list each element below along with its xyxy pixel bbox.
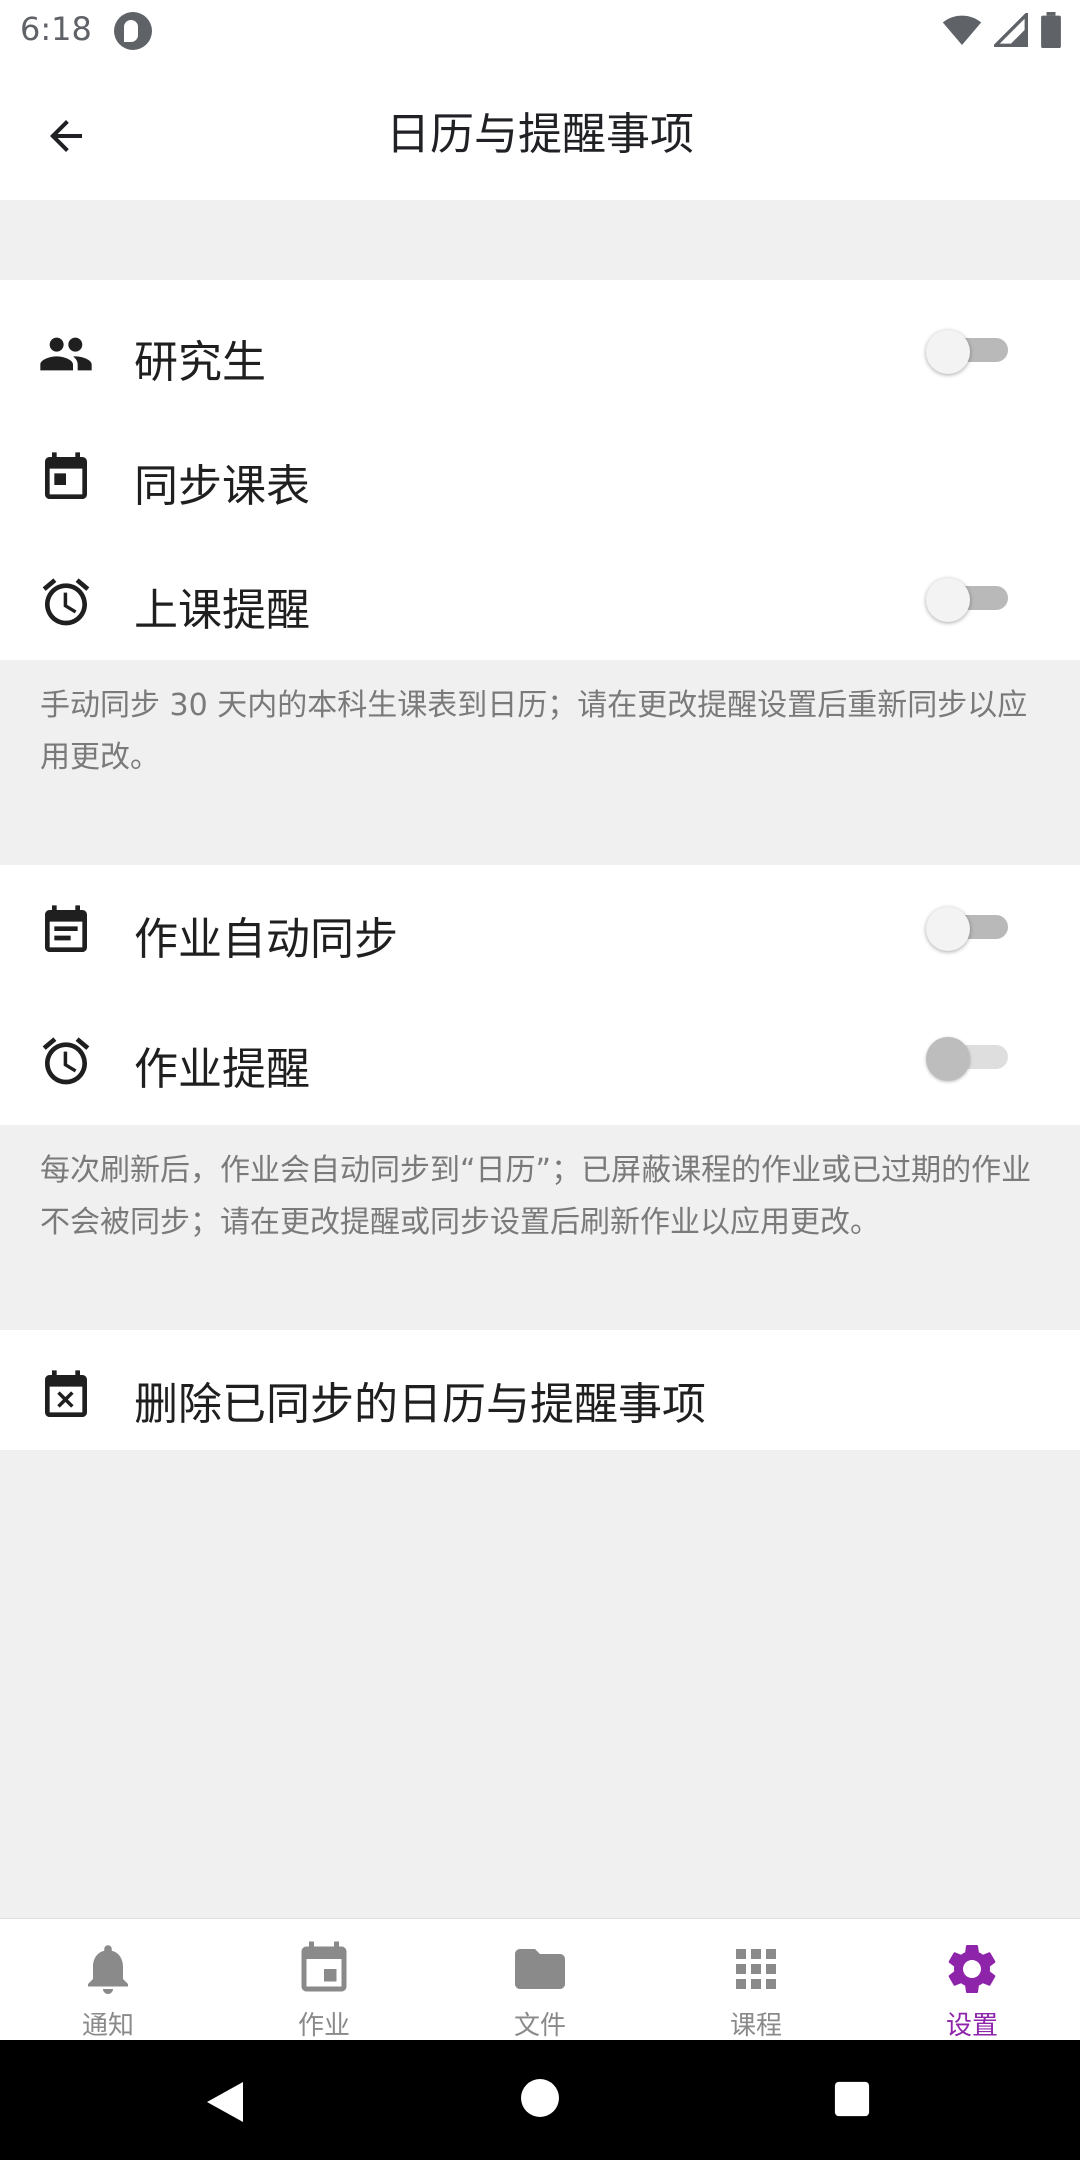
graduate-row[interactable]: 研究生 [0,288,1080,412]
nav-label-notifications: 通知 [81,2011,134,2041]
page-title: 日历与提醒事项 [386,109,694,160]
delete-synced-row[interactable]: 删除已同步的日历与提醒事项 [0,1330,1080,1450]
status-bar: 6:18 [0,0,1080,60]
nav-label-settings: 设置 [945,2011,998,2041]
class-reminder-switch[interactable] [926,578,1014,622]
switch-thumb [926,1037,970,1081]
event-note-icon [45,905,87,952]
class-sync-card: 研究生 同步课表 上课提醒 [0,280,1080,660]
delete-card: 删除已同步的日历与提醒事项 [0,1330,1080,1450]
screen: 6:18 日历与提醒事项 研究生 同步课表 上课提醒 手动同步 30 天内的本科… [0,0,1080,2160]
app-bar: 日历与提醒事项 [0,60,1080,200]
homework-reminder-switch[interactable] [926,1037,1014,1081]
status-time: 6:18 [20,10,92,48]
bottom-navigation: 通知 作业 文件 课程 设置 [0,1918,1080,2041]
nav-label-courses: 课程 [729,2011,782,2041]
class-sync-note: 手动同步 30 天内的本科生课表到日历；请在更改提醒设置后重新同步以应用更改。 [40,688,1028,775]
status-icons [942,12,1062,48]
calendar-icon [301,1941,347,1992]
graduate-switch[interactable] [926,330,1014,374]
calendar-today-icon [45,452,87,499]
system-back-icon[interactable] [205,2080,245,2124]
class-reminder-row[interactable]: 上课提醒 [0,536,1080,660]
nav-item-courses[interactable]: 课程 [648,1919,864,2041]
nav-item-notifications[interactable]: 通知 [0,1919,216,2041]
class-reminder-label: 上课提醒 [134,585,310,636]
graduate-label: 研究生 [134,337,266,388]
homework-reminder-label: 作业提醒 [134,1044,310,1095]
delete-synced-label: 删除已同步的日历与提醒事项 [134,1379,706,1430]
event-busy-icon [45,1370,87,1417]
cell-signal-icon [994,13,1028,47]
sync-schedule-label: 同步课表 [134,461,310,512]
homework-reminder-row[interactable]: 作业提醒 [0,995,1080,1119]
alarm-icon [42,578,90,626]
grid-icon [736,1949,776,1989]
switch-thumb [926,907,970,951]
switch-thumb [926,578,970,622]
nav-item-settings[interactable]: 设置 [864,1919,1080,2041]
battery-icon [1041,12,1061,48]
homework-sync-note: 每次刷新后，作业会自动同步到“日历”；已屏蔽课程的作业或已过期的作业不会被同步；… [40,1153,1032,1240]
nav-item-homework[interactable]: 作业 [216,1919,432,2041]
system-home-icon[interactable] [520,2078,560,2118]
sync-schedule-row[interactable]: 同步课表 [0,412,1080,536]
bell-icon [88,1945,128,1994]
homework-sync-card: 作业自动同步 作业提醒 [0,865,1080,1125]
switch-thumb [926,330,970,374]
alarm-icon [42,1037,90,1085]
gear-icon [948,1945,996,1993]
system-navigation-bar [0,2040,1080,2160]
homework-auto-sync-row[interactable]: 作业自动同步 [0,865,1080,989]
wifi-icon [942,15,982,45]
homework-auto-sync-label: 作业自动同步 [134,914,398,965]
people-icon [40,337,92,371]
nav-label-files: 文件 [513,2011,566,2041]
system-recents-icon[interactable] [833,2080,871,2118]
notification-app-icon [114,12,152,50]
folder-icon [515,1949,565,1989]
nav-label-homework: 作业 [297,2011,350,2041]
nav-item-files[interactable]: 文件 [432,1919,648,2041]
homework-auto-sync-switch[interactable] [926,907,1014,951]
